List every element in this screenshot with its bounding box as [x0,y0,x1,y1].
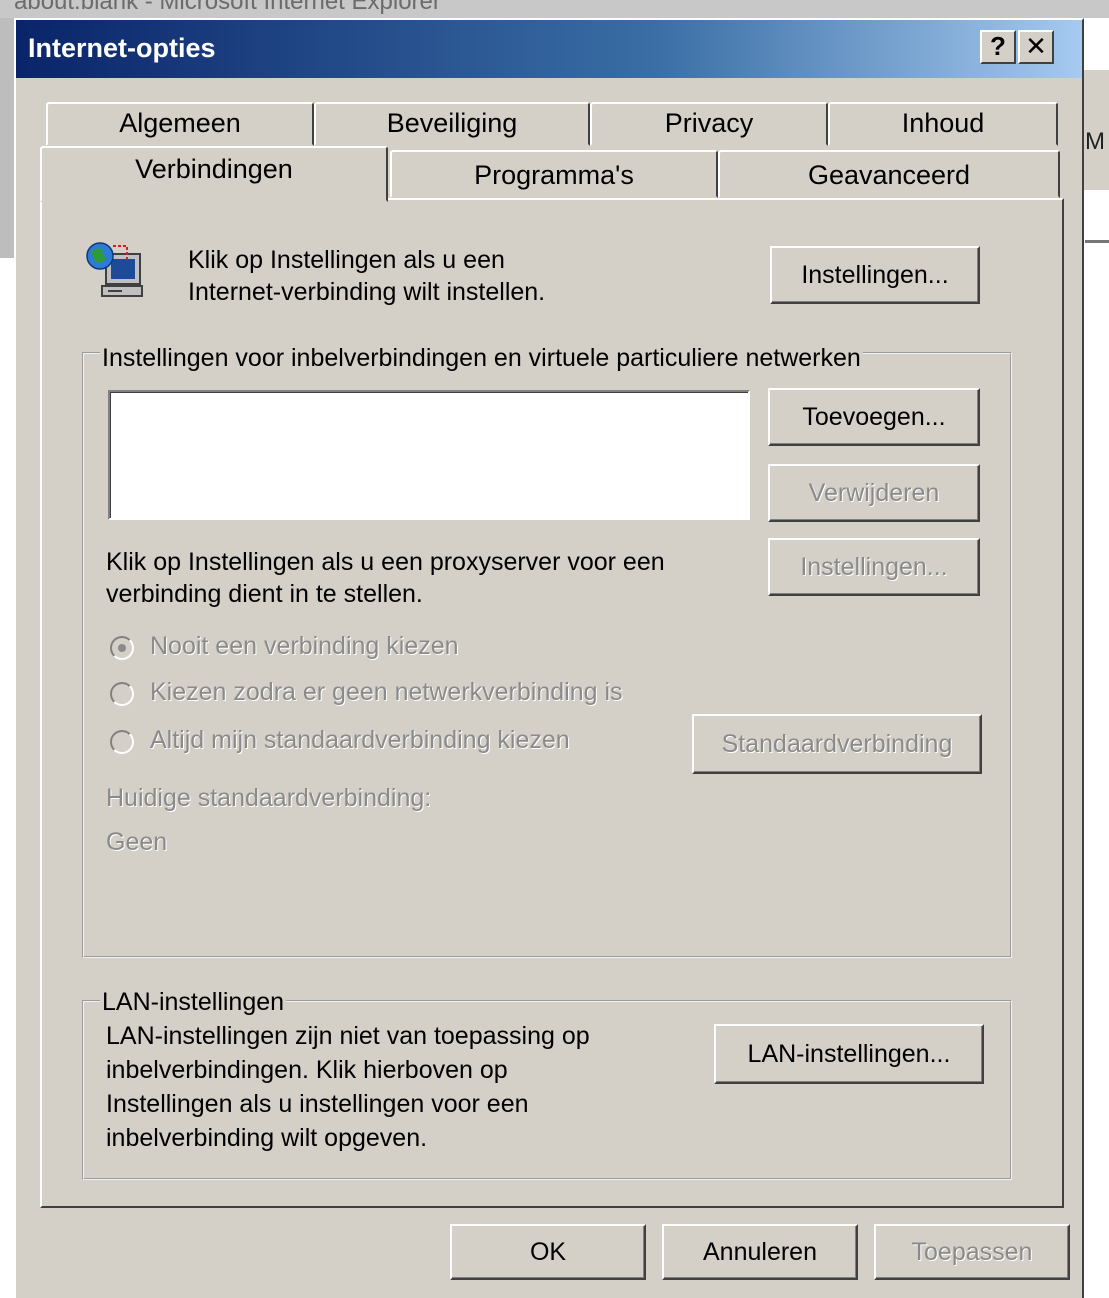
dialog-titlebar[interactable]: Internet-opties ? ✕ [16,20,1082,78]
tab-label: Privacy [664,108,754,138]
tab-panel-verbindingen: Klik op Instellingen als u een Internet-… [40,198,1064,1208]
network-computer-icon [86,242,143,297]
tab-label: Verbindingen [135,154,293,184]
add-connection-button[interactable]: Toevoegen... [768,388,980,446]
ok-button[interactable]: OK [450,1224,646,1280]
tab-label: Geavanceerd [807,160,971,190]
cancel-button[interactable]: Annuleren [662,1224,858,1280]
radio-always-dial-default[interactable] [110,730,134,754]
radio-dial-when-no-network[interactable] [110,682,134,706]
tab-label: Algemeen [119,108,241,138]
current-default-label: Huidige standaardverbinding: [106,784,432,812]
tab-algemeen[interactable]: Algemeen [46,102,314,146]
setup-settings-button[interactable]: Instellingen... [770,246,980,304]
connections-listbox[interactable] [108,390,750,520]
lan-text-line4: inbelverbinding wilt opgeven. [106,1124,428,1152]
tab-label: Programma's [474,160,634,190]
tab-privacy[interactable]: Privacy [590,102,828,146]
lan-settings-button[interactable]: LAN-instellingen... [714,1024,984,1084]
tab-label: Inhoud [901,108,985,138]
remove-connection-button[interactable]: Verwijderen [768,464,980,522]
radio-always-dial-default-label: Altijd mijn standaardverbinding kiezen [150,726,570,754]
tab-label: Beveiliging [386,108,518,138]
background-window-edge [0,18,14,258]
set-default-button[interactable]: Standaardverbinding [692,714,982,774]
radio-never-dial[interactable] [110,636,134,660]
setup-text-line1: Klik op Instellingen als u een [188,246,505,274]
dialup-group-legend: Instellingen voor inbelverbindingen en v… [100,344,863,373]
background-divider [1085,240,1109,243]
close-button[interactable]: ✕ [1018,30,1054,64]
current-default-value: Geen [106,828,168,856]
lan-group-legend: LAN-instellingen [100,988,287,1017]
background-window-titlebar: about:blank - Microsoft Internet Explore… [0,0,1109,18]
proxy-text-line2: verbinding dient in te stellen. [106,580,423,608]
lan-text-line1: LAN-instellingen zijn niet van toepassin… [106,1022,590,1050]
proxy-text-line1: Klik op Instellingen als u een proxyserv… [106,548,665,576]
tab-beveiliging[interactable]: Beveiliging [314,102,590,146]
background-edge-letter: M [1085,128,1105,155]
apply-button[interactable]: Toepassen [874,1224,1070,1280]
internet-options-dialog: Internet-opties ? ✕ Algemeen Beveiliging… [14,18,1084,1298]
setup-text-line2: Internet-verbinding wilt instellen. [188,278,546,306]
radio-never-dial-label: Nooit een verbinding kiezen [150,632,459,660]
tab-verbindingen[interactable]: Verbindingen [40,146,388,202]
lan-text-line2: inbelverbindingen. Klik hierboven op [106,1056,508,1084]
radio-dial-when-no-network-label: Kiezen zodra er geen netwerkverbinding i… [150,678,623,706]
dialog-title: Internet-opties [28,33,216,63]
tab-geavanceerd[interactable]: Geavanceerd [718,150,1060,198]
lan-text-line3: Instellingen als u instellingen voor een [106,1090,529,1118]
tab-programmas[interactable]: Programma's [390,150,718,198]
background-window-title: about:blank - Microsoft Internet Explore… [14,0,441,15]
tab-inhoud[interactable]: Inhoud [828,102,1058,146]
proxy-settings-button[interactable]: Instellingen... [768,538,980,596]
help-button[interactable]: ? [980,30,1016,64]
